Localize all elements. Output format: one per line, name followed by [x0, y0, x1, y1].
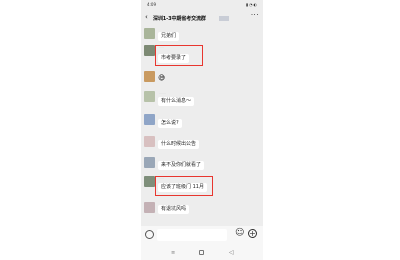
message-bubble[interactable]: 什么时候出公告	[158, 140, 200, 149]
voice-icon[interactable]	[145, 230, 154, 239]
message-bubble[interactable]: 怎么说?	[158, 119, 182, 128]
blurred-member-count	[219, 16, 229, 21]
status-icons: ▮◔◐	[245, 2, 258, 7]
plus-icon[interactable]: +	[248, 229, 257, 238]
avatar[interactable]	[144, 202, 155, 213]
sticker-emoji[interactable]: 😅	[158, 75, 165, 82]
avatar[interactable]	[144, 136, 155, 147]
emoji-icon[interactable]: ☺	[235, 229, 244, 238]
nav-back-icon[interactable]: ◁	[229, 249, 234, 256]
avatar[interactable]	[144, 71, 155, 82]
chat-screen: 4:09 ▮◔◐ ‹ 深圳1-3中期省考交流群 ··· 兄弟们 ····· 市考…	[141, 0, 263, 260]
highlight-box	[155, 176, 213, 196]
avatar[interactable]	[144, 176, 155, 187]
sender-name: ·······	[159, 91, 166, 95]
menu-icon[interactable]: ≡	[171, 250, 175, 256]
avatar[interactable]	[144, 114, 155, 125]
avatar[interactable]	[144, 91, 155, 102]
highlight-box	[155, 45, 203, 66]
more-options-icon[interactable]: ···	[251, 12, 259, 19]
home-icon[interactable]	[199, 250, 204, 255]
back-icon[interactable]: ‹	[145, 14, 148, 21]
status-bar: 4:09 ▮◔◐	[141, 0, 263, 9]
system-nav-bar: ≡ ◁	[141, 246, 263, 260]
status-time: 4:09	[147, 2, 156, 7]
avatar[interactable]	[144, 157, 155, 168]
message-bubble[interactable]: 兄弟们	[158, 32, 180, 41]
input-bar: ☺ +	[141, 226, 263, 246]
chat-title-bar: ‹ 深圳1-3中期省考交流群 ···	[141, 10, 263, 26]
avatar[interactable]	[144, 28, 155, 39]
message-bubble[interactable]: 有什么消息～	[158, 97, 195, 106]
message-bubble[interactable]: 有退坑风吗	[158, 205, 190, 214]
message-bubble[interactable]: 来不及你们就看了	[158, 161, 205, 170]
group-title: 深圳1-3中期省考交流群	[153, 16, 206, 22]
message-input[interactable]	[157, 229, 227, 241]
avatar[interactable]	[144, 45, 155, 56]
